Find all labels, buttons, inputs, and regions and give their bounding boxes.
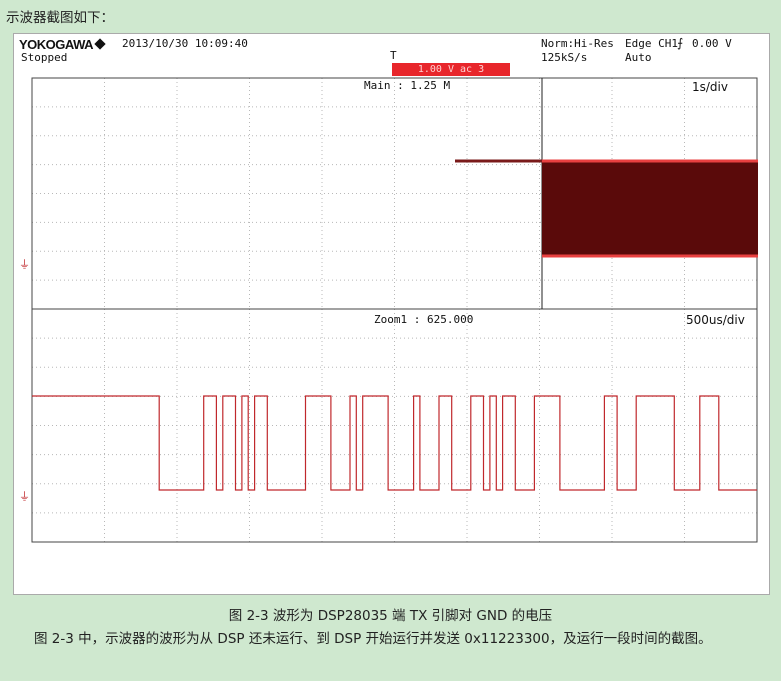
main-ground-marker-icon: ⏚: [19, 258, 30, 271]
zoom-ground-marker-icon: ⏚: [19, 490, 30, 503]
zoom-grid: [32, 309, 757, 542]
body-paragraph: 图 2-3 中，示波器的波形为从 DSP 还未运行、到 DSP 开始运行并发送 …: [34, 631, 712, 647]
main-burst-region: [542, 161, 758, 256]
oscilloscope-screenshot: YOKOGAWA Stopped 2013/10/30 10:09:40 Nor…: [13, 33, 770, 595]
zoom-waveform-trace: [32, 395, 757, 491]
zoom-timebase: 500us/div: [686, 313, 745, 327]
scope-display: Main : 1.25 M 1s/div Zoom1 : 625.000 500…: [19, 77, 758, 543]
main-window-label: Main : 1.25 M: [364, 79, 450, 92]
intro-text: 示波器截图如下：: [6, 10, 114, 26]
main-timebase: 1s/div: [692, 80, 728, 94]
zoom-window-label: Zoom1 : 625.000: [374, 313, 473, 326]
figure-caption: 图 2-3 波形为 DSP28035 端 TX 引脚对 GND 的电压: [228, 608, 553, 624]
